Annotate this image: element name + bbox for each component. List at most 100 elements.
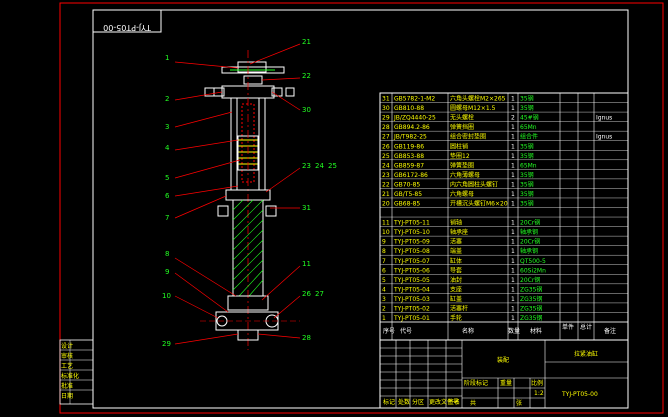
bom-cell-no: 24 [382, 162, 390, 169]
bom-cell-mat: 60Si2Mn [520, 267, 546, 274]
bom-cell-no: 22 [382, 181, 390, 188]
bom-cell-qty: 1 [511, 315, 515, 322]
bom-cell-code: GB853-88 [394, 153, 424, 160]
balloon-31: 31 [302, 204, 311, 212]
balloon-25: 25 [328, 162, 337, 170]
bom-cell-no: 29 [382, 115, 390, 122]
bom-cell-no: 5 [382, 277, 386, 284]
bom-cell-qty: 1 [511, 239, 515, 246]
bom-cell-mat: 轴承钢 [520, 228, 538, 236]
bom-cell-mat: 35钢 [520, 190, 534, 198]
bom-cell-mat: 组合件 [520, 133, 538, 141]
bom-cell-qty: 1 [511, 201, 515, 208]
bom-cell-name: 六角头螺栓M2×265 [450, 95, 506, 103]
bom-cell-name: 开槽沉头螺钉M6×20 [450, 200, 508, 208]
background [0, 0, 668, 417]
bom-cell-note: Ignus [596, 115, 612, 122]
assembly-label: 装配 [497, 356, 509, 364]
weight-label-2: 比例 [531, 379, 543, 387]
balloon-11: 11 [302, 260, 311, 268]
bom-cell-code: JB/ZQ4440-25 [393, 115, 436, 122]
footer-left: 共 [470, 399, 476, 407]
bom-cell-code: GB68-85 [394, 201, 420, 208]
bom-cell-name: 弹簧挡圈 [450, 123, 474, 131]
bom-cell-mat: ZG35钢 [520, 304, 542, 312]
bom-cell-no: 21 [382, 191, 390, 198]
bom-cell-qty: 1 [511, 296, 515, 303]
balloon-22: 22 [302, 72, 311, 80]
bom-cell-qty: 1 [511, 172, 515, 179]
bom-cell-code: GB70-85 [394, 181, 420, 188]
bom-cell-name: 无头螺栓 [450, 114, 474, 122]
bom-cell-code: TYJ-PT05-04 [393, 286, 430, 293]
bom-cell-name: 手轮 [450, 314, 462, 322]
bom-cell-mat: 65Mn [520, 162, 537, 169]
bom-cell-qty: 1 [511, 124, 515, 131]
balloon-4: 4 [165, 144, 170, 152]
bom-cell-code: TYJ-PT05-10 [393, 229, 430, 236]
bom-h-no: 序号 [383, 327, 395, 335]
bom-h-total: 总计 [580, 323, 592, 331]
bom-cell-code: TYJ-PT05-09 [393, 239, 430, 246]
scale-value: 1:2 [534, 390, 544, 397]
weight-label-0: 阶段标记 [464, 379, 488, 387]
bom-cell-mat: 35钢 [520, 142, 534, 150]
bom-cell-qty: 1 [511, 143, 515, 150]
bom-cell-name: 轴承座 [450, 228, 468, 236]
bom-cell-qty: 1 [511, 277, 515, 284]
bom-cell-qty: 2 [511, 115, 515, 122]
bom-h-mat: 材料 [530, 327, 542, 335]
cad-drawing-canvas[interactable]: TYJ-PT05-00 设计 审核 工艺 标准化 批准 日期 1 2 3 4 5… [0, 0, 668, 417]
bom-cell-no: 30 [382, 105, 390, 112]
bom-cell-code: TYJ-PT05-01 [393, 315, 430, 322]
bom-cell-name: 端盖 [450, 247, 462, 255]
bom-cell-name: 内六角圆柱头螺钉 [450, 180, 498, 188]
bom-cell-name: 圆螺母M12×1.5 [450, 104, 496, 112]
bom-cell-mat: QT500-5 [520, 258, 546, 265]
bom-cell-code: GB/T5-85 [394, 191, 422, 198]
balloon-28: 28 [302, 334, 311, 342]
bom-cell-name: 缸盖 [450, 295, 462, 303]
bom-cell-mat: 35钢 [520, 95, 534, 103]
rev-label-0: 标记 [383, 398, 395, 406]
bom-cell-mat: ZG35钢 [520, 314, 542, 322]
bom-cell-mat: 35钢 [520, 152, 534, 160]
bom-cell-code: TYJ-PT05-11 [393, 220, 430, 227]
sign-label-5: 日期 [61, 392, 73, 400]
bom-cell-code: GB810-88 [394, 105, 424, 112]
bom-cell-name: 油封 [450, 276, 462, 284]
bom-cell-name: 六角螺母 [450, 190, 474, 198]
bom-cell-no: 7 [382, 258, 386, 265]
bom-cell-qty: 1 [511, 286, 515, 293]
bom-h-unit: 单件 [562, 323, 574, 331]
bom-h-name: 名称 [462, 327, 474, 335]
bom-cell-code: GB5782-1-M2 [394, 96, 435, 103]
bom-cell-name: 圆柱销 [450, 142, 468, 150]
sign-label-4: 批准 [61, 382, 73, 390]
bom-cell-name: 组合密封垫圈 [450, 133, 486, 141]
balloon-1: 1 [165, 54, 169, 62]
bom-cell-name: 缸体 [450, 257, 462, 265]
bom-cell-no: 3 [382, 296, 386, 303]
bom-cell-qty: 1 [511, 134, 515, 141]
bom-h-code: 代号 [400, 327, 412, 335]
balloon-3: 3 [165, 123, 169, 131]
drawing-code: TYJ-PT05-00 [561, 391, 598, 398]
bom-cell-qty: 1 [511, 191, 515, 198]
bom-cell-no: 9 [382, 239, 386, 246]
bom-cell-qty: 1 [511, 248, 515, 255]
bom-cell-no: 2 [382, 305, 386, 312]
bom-cell-mat: 35钢 [520, 180, 534, 188]
sign-label-1: 审核 [61, 352, 73, 360]
bom-cell-name: 活塞杆 [450, 304, 468, 312]
bom-cell-name: 支座 [450, 285, 462, 293]
bom-cell-mat: 20Cr钢 [520, 276, 540, 284]
bom-cell-mat: 35钢 [520, 104, 534, 112]
bom-cell-code: GB859-87 [394, 162, 424, 169]
bom-cell-code: TYJ-PT05-02 [393, 305, 430, 312]
bom-h-note: 备注 [604, 327, 616, 335]
rev-label-2: 分区 [412, 398, 424, 406]
bom-cell-mat: 35钢 [520, 200, 534, 208]
balloon-7: 7 [165, 214, 169, 222]
bom-cell-mat: 45#钢 [520, 114, 539, 122]
